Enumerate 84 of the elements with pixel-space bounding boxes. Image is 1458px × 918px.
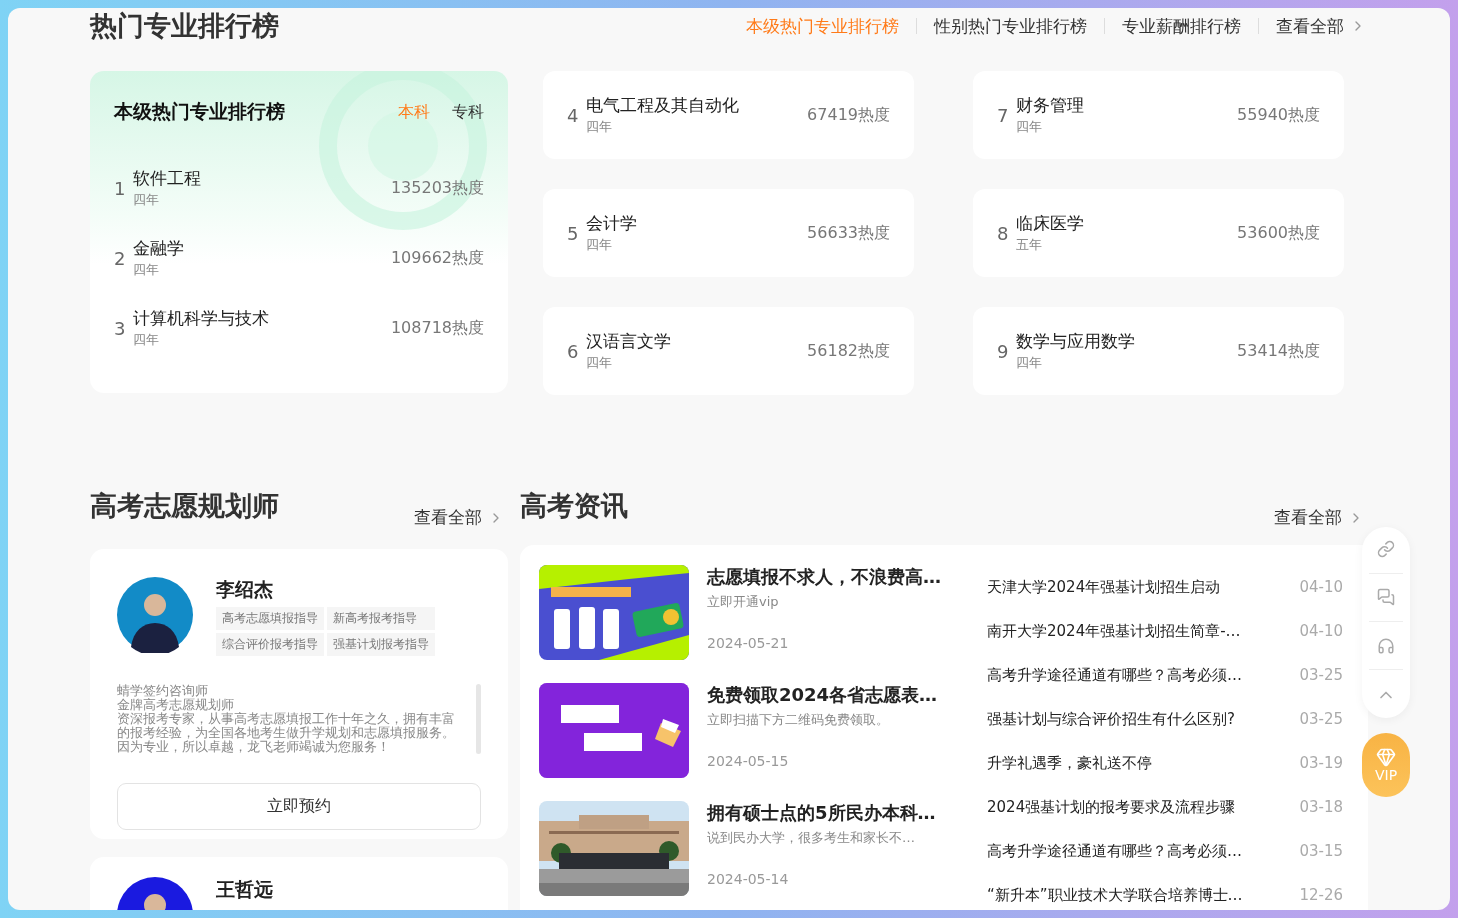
article-date: 2024-05-14 — [707, 871, 790, 887]
planner-name: 李绍杰 — [216, 577, 274, 601]
heat-score: 53600热度 — [1237, 222, 1320, 244]
study-years: 四年 — [133, 261, 160, 279]
view-all-link[interactable]: 查看全部 — [1274, 506, 1368, 529]
article-title[interactable]: 志愿填报不求人，不浪费高… — [707, 565, 941, 589]
link-icon[interactable] — [1377, 540, 1395, 559]
heat-score: 53414热度 — [1237, 340, 1320, 362]
headline-link[interactable]: 南开大学2024年强基计划招生简章-… — [987, 621, 1241, 641]
rank-number: 4 — [567, 104, 580, 126]
study-years: 五年 — [1016, 236, 1043, 254]
article-title[interactable]: 免费领取2024各省志愿表… — [707, 683, 938, 707]
major-name: 临床医学 — [1016, 212, 1085, 235]
rank-number: 2 — [114, 247, 127, 269]
headline-link[interactable]: 升学礼遇季，豪礼送不停 — [987, 753, 1152, 773]
major-name: 财务管理 — [1016, 94, 1085, 117]
headline-link[interactable]: 天津大学2024年强基计划招生启动 — [987, 577, 1221, 597]
chat-icon[interactable] — [1377, 588, 1395, 607]
major-name: 数学与应用数学 — [1016, 330, 1136, 353]
rank-number: 5 — [567, 222, 580, 244]
view-all-link[interactable]: 查看全部 — [1259, 14, 1366, 38]
headline-date: 12-26 — [1299, 886, 1343, 904]
heat-score: 109662热度 — [390, 247, 484, 269]
specialty-tag: 新高考报考指导 — [327, 607, 435, 630]
rank-number: 7 — [997, 104, 1010, 126]
headline-date: 04-10 — [1299, 622, 1343, 640]
specialty-tag: 综合评价报考指导 — [216, 633, 324, 656]
headline-link[interactable]: 强基计划与综合评价招生有什么区别? — [987, 709, 1235, 729]
headline-date: 03-15 — [1299, 842, 1343, 860]
major-name: 计算机科学与技术 — [133, 307, 270, 330]
heat-score: 56633热度 — [807, 222, 890, 244]
major-name: 电气工程及其自动化 — [586, 94, 740, 117]
rank-number: 1 — [114, 177, 127, 199]
headline-link[interactable]: 高考升学途径通道有哪些？高考必须… — [987, 665, 1242, 685]
study-years: 四年 — [586, 354, 613, 372]
headline-date: 03-25 — [1299, 666, 1343, 684]
rank-number: 6 — [567, 340, 580, 362]
study-years: 四年 — [586, 236, 613, 254]
rank-number: 3 — [114, 317, 127, 339]
study-years: 四年 — [133, 191, 160, 209]
headline-link[interactable]: “新升本”职业技术大学联合培养博士… — [987, 885, 1243, 905]
level-tab[interactable]: 专科 — [452, 101, 484, 123]
book-button[interactable]: 立即预约 — [117, 783, 481, 830]
section-title: 高考资讯 — [520, 489, 628, 523]
specialty-tag: 高考志愿填报指导 — [216, 607, 324, 630]
specialty-tag: 强基计划报考指导 — [327, 633, 435, 656]
rank-number: 8 — [997, 222, 1010, 244]
diamond-icon — [1376, 747, 1396, 767]
section-title: 高考志愿规划师 — [90, 489, 279, 523]
ranking-tab[interactable]: 专业薪酬排行榜 — [1105, 18, 1259, 34]
planner-name: 王哲远 — [216, 877, 273, 901]
ranking-tab[interactable]: 性别热门专业排行榜 — [917, 18, 1105, 34]
headline-link[interactable]: 高考升学途径通道有哪些？高考必须… — [987, 841, 1242, 861]
study-years: 四年 — [1016, 354, 1043, 372]
heat-score: 56182热度 — [807, 340, 890, 362]
view-all-link[interactable]: 查看全部 — [414, 506, 508, 529]
major-name: 汉语言文学 — [586, 330, 672, 353]
scrollbar[interactable] — [476, 684, 481, 754]
section-title: 热门专业排行榜 — [90, 9, 279, 43]
article-summary: 立即扫描下方二维码免费领取。 — [707, 711, 890, 729]
article-title[interactable]: 拥有硕士点的5所民办本科… — [707, 801, 936, 825]
article-date: 2024-05-15 — [707, 753, 790, 769]
headline-date: 03-25 — [1299, 710, 1343, 728]
heat-score: 108718热度 — [390, 317, 484, 339]
headline-date: 03-18 — [1299, 798, 1343, 816]
major-name: 软件工程 — [133, 167, 202, 190]
study-years: 四年 — [586, 118, 613, 136]
article-date: 2024-05-21 — [707, 635, 790, 651]
major-name: 会计学 — [586, 212, 638, 235]
heat-score: 67419热度 — [807, 104, 890, 126]
heat-score: 135203热度 — [390, 177, 484, 199]
article-summary: 立即开通vip — [707, 593, 780, 611]
headline-link[interactable]: 2024强基计划的报考要求及流程步骤 — [987, 797, 1236, 817]
headset-icon[interactable] — [1377, 636, 1395, 655]
heat-score: 55940热度 — [1237, 104, 1320, 126]
card-title: 本级热门专业排行榜 — [114, 99, 285, 124]
study-years: 四年 — [133, 331, 160, 349]
major-name: 金融学 — [133, 237, 185, 260]
rank-number: 9 — [997, 340, 1010, 362]
planner-bio: 蜻学签约咨询师 金牌高考志愿规划师 资深报考专家，从事高考志愿填报工作十年之久，拥有丰富的报考经验，为全国各地考生做升学规划和志愿填报服务。因为专业，所以卓越，龙飞老师竭诚为您服务！ — [117, 684, 456, 754]
headline-date: 04-10 — [1299, 578, 1343, 596]
headline-date: 03-19 — [1299, 754, 1343, 772]
article-summary: 说到民办大学，很多考生和家长不… — [707, 829, 916, 847]
study-years: 四年 — [1016, 118, 1043, 136]
